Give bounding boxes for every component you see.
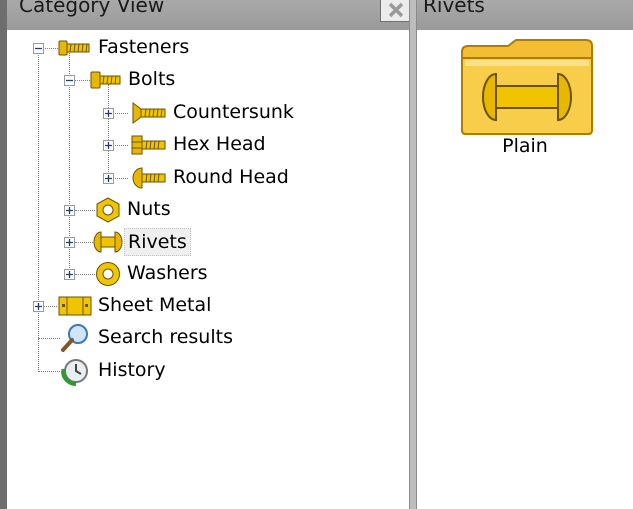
tree-line: [113, 178, 128, 179]
expand-toggle-washers[interactable]: [64, 269, 75, 280]
tree-line: [75, 210, 95, 211]
panel-splitter[interactable]: [409, 0, 417, 509]
expand-toggle-round-head[interactable]: [103, 173, 114, 184]
tree-item-history[interactable]: History: [95, 357, 169, 383]
rivet-icon: [93, 231, 123, 253]
plain-folder-item[interactable]: [460, 36, 594, 141]
tree-item-sheet-metal[interactable]: Sheet Metal: [95, 292, 214, 318]
expand-toggle-hex-head[interactable]: [103, 140, 114, 151]
tree-line: [108, 84, 109, 180]
close-icon: [388, 2, 404, 18]
tree-item-search-results[interactable]: Search results: [95, 324, 236, 350]
tree-line: [75, 242, 95, 243]
tree-line: [43, 306, 57, 307]
tree-item-nuts[interactable]: Nuts: [124, 196, 174, 222]
tree-item-fasteners[interactable]: Fasteners: [95, 34, 192, 60]
expand-toggle-countersunk[interactable]: [103, 108, 114, 119]
tree-line: [38, 338, 60, 339]
washer-icon: [96, 262, 120, 286]
rivet-folder-icon: [461, 39, 593, 135]
expand-toggle-nuts[interactable]: [64, 205, 75, 216]
tree-line: [113, 145, 128, 146]
tree-item-round-head[interactable]: Round Head: [170, 164, 292, 190]
rivets-header: Rivets: [417, 0, 633, 30]
category-view-header: Category View: [7, 0, 409, 30]
close-panel-button[interactable]: [380, 0, 409, 22]
rivets-panel-title: Rivets: [423, 0, 485, 17]
left-frame-border: [0, 0, 7, 509]
expand-toggle-rivets[interactable]: [64, 237, 75, 248]
search-magnifier-icon: [61, 324, 88, 352]
bolt-icon: [58, 40, 90, 56]
tree-line: [113, 113, 128, 114]
nut-icon: [96, 197, 120, 223]
tree-line: [43, 48, 58, 49]
tree-line: [75, 274, 95, 275]
countersunk-bolt-icon: [132, 102, 166, 124]
tree-line: [75, 80, 90, 81]
tree-item-washers[interactable]: Washers: [124, 260, 211, 286]
tree-line: [38, 371, 60, 372]
collapse-toggle-fasteners[interactable]: [33, 43, 44, 54]
round-head-bolt-icon: [132, 167, 166, 189]
hex-head-bolt-icon: [131, 135, 166, 155]
tree-item-countersunk[interactable]: Countersunk: [170, 99, 297, 125]
category-view-title: Category View: [19, 0, 165, 17]
expand-toggle-sheet-metal[interactable]: [33, 301, 44, 312]
sheet-metal-icon: [58, 296, 92, 316]
history-clock-icon: [61, 359, 88, 386]
tree-line: [38, 50, 39, 372]
collapse-toggle-bolts[interactable]: [64, 75, 75, 86]
tree-item-rivets[interactable]: Rivets: [124, 228, 191, 256]
tree-item-hex-head[interactable]: Hex Head: [170, 131, 269, 157]
rivets-content-panel: Plain: [417, 30, 633, 509]
plain-item-label[interactable]: Plain: [417, 135, 633, 157]
tree-item-bolts[interactable]: Bolts: [125, 66, 178, 92]
category-tree: Fasteners Bolts Countersunk Hex Head Rou…: [7, 30, 409, 509]
bolt-icon: [90, 71, 121, 89]
